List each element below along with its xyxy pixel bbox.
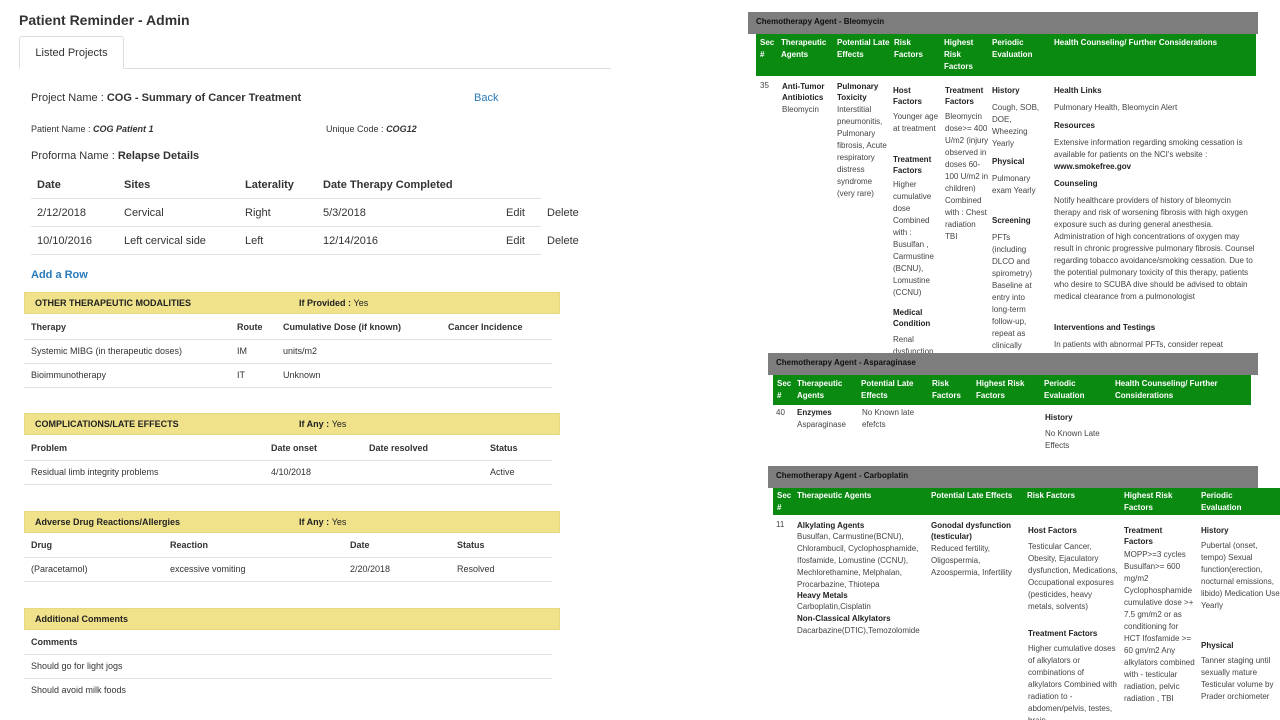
cell-sec: 11 [776, 520, 785, 529]
eval-history-title: History [1201, 526, 1229, 535]
host-factors-title: Host Factors [1028, 526, 1077, 535]
eval-physical: Tanner staging until sexually mature Tes… [1201, 656, 1274, 701]
tx-factors: Higher cumulative doses of alkylators or… [1028, 644, 1117, 720]
heavy-metals-title: Heavy Metals [797, 591, 848, 600]
alkylating-agents: Busulfan, Carmustine(BCNU), Chlorambucil… [797, 532, 919, 589]
heavy-metals: Carboplatin,Cisplatin [797, 602, 871, 611]
non-classical: Dacarbazine(DTIC),Temozolomide [797, 626, 920, 635]
non-classical-title: Non-Classical Alkylators [797, 614, 891, 623]
late-effects: Reduced fertility, Oligospermia, Azoospe… [931, 544, 1012, 577]
tx-factors-title: Treatment Factors [1028, 629, 1098, 638]
carboplatin-body: 11 Alkylating Agents Busulfan, Carmustin… [0, 0, 1280, 720]
eval-physical-title: Physical [1201, 641, 1234, 650]
late-effect-title: Gonodal dysfunction (testicular) [931, 521, 1011, 541]
alkylating-title: Alkylating Agents [797, 521, 865, 530]
host-factors: Testicular Cancer, Obesity, Ejaculatory … [1028, 542, 1118, 611]
highest-title: Treatment Factors [1124, 526, 1163, 546]
eval-history: Pubertal (onset, tempo) Sexual function(… [1201, 541, 1280, 610]
highest-factors: MOPP>=3 cycles Busulfan>= 600 mg/m2 Cycl… [1124, 550, 1195, 703]
